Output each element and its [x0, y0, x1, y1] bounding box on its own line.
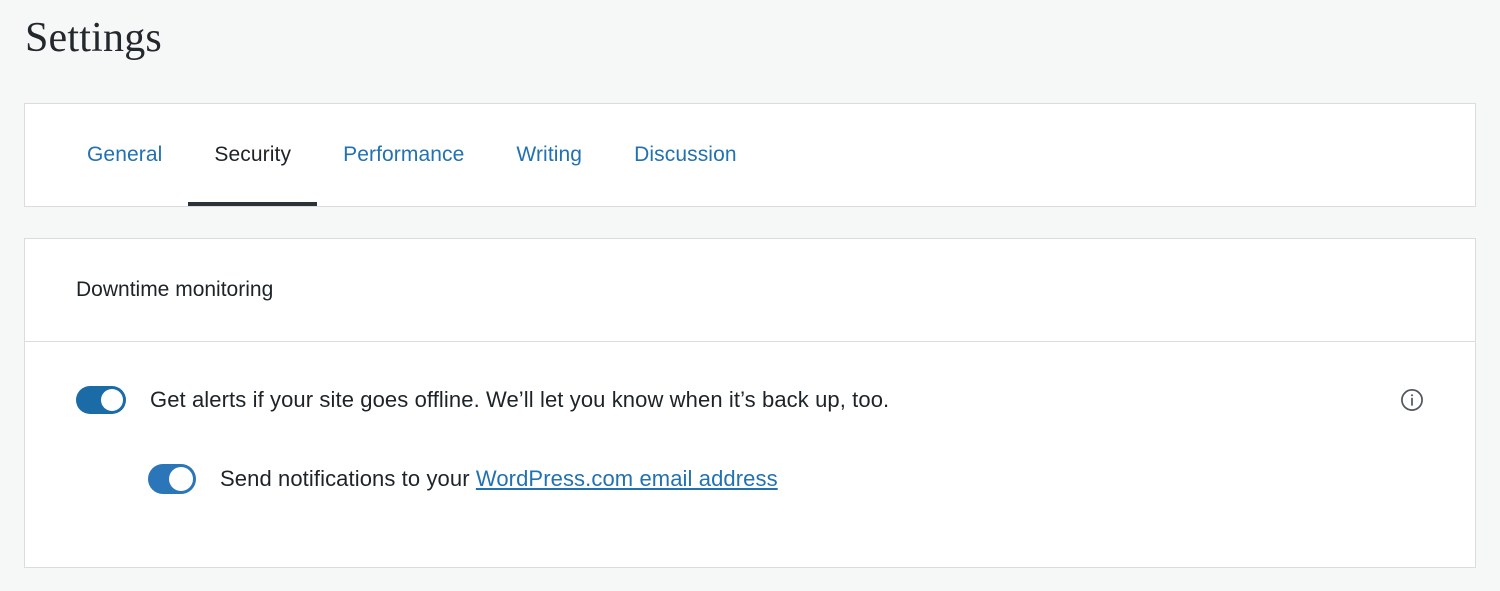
email-notifications-label: Send notifications to your WordPress.com… — [220, 465, 778, 493]
tab-discussion[interactable]: Discussion — [608, 104, 763, 206]
downtime-monitoring-card: Downtime monitoring Get alerts if your s… — [24, 238, 1476, 568]
toggle-knob — [169, 467, 193, 491]
tab-security[interactable]: Security — [188, 104, 317, 206]
section-body: Get alerts if your site goes offline. We… — [25, 342, 1475, 494]
tabs-card: General Security Performance Writing Dis… — [24, 103, 1476, 207]
tab-label: Discussion — [634, 143, 737, 167]
tab-writing[interactable]: Writing — [490, 104, 608, 206]
downtime-alerts-row: Get alerts if your site goes offline. We… — [25, 386, 1475, 414]
toggle-knob — [101, 389, 123, 411]
section-header-label: Downtime monitoring — [76, 278, 273, 302]
wordpress-email-address-link[interactable]: WordPress.com email address — [476, 466, 778, 491]
settings-tab-bar: General Security Performance Writing Dis… — [25, 104, 1475, 206]
email-notifications-toggle[interactable] — [148, 464, 196, 494]
tab-label: Writing — [516, 143, 582, 167]
tab-label: Performance — [343, 143, 464, 167]
page-title: Settings — [25, 14, 162, 62]
downtime-alerts-label: Get alerts if your site goes offline. We… — [150, 386, 889, 414]
tab-performance[interactable]: Performance — [317, 104, 490, 206]
downtime-alerts-toggle[interactable] — [76, 386, 126, 414]
section-header: Downtime monitoring — [25, 239, 1475, 342]
email-notifications-row: Send notifications to your WordPress.com… — [25, 464, 1475, 494]
tab-label: Security — [214, 143, 291, 167]
email-notifications-label-prefix: Send notifications to your — [220, 466, 476, 491]
tab-label: General — [87, 143, 162, 167]
info-icon[interactable] — [1399, 387, 1425, 413]
tab-general[interactable]: General — [61, 104, 188, 206]
